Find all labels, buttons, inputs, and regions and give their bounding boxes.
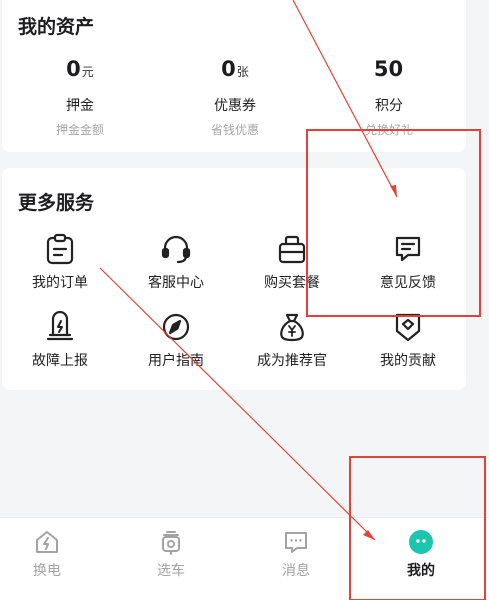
package-icon [275,232,309,266]
asset-value: 50 [373,57,404,81]
asset-label: 押金 [66,98,94,114]
asset-points[interactable]: 50 积分 兑换好礼 [319,56,459,137]
asset-label: 优惠券 [214,98,256,114]
compass-icon [159,310,193,344]
service-user-guide[interactable]: 用户指南 [118,310,234,370]
asset-label: 积分 [375,98,403,114]
tab-select-vehicle[interactable]: 选车 [126,528,216,580]
service-my-orders[interactable]: 我的订单 [2,232,118,292]
fault-report-icon [43,310,77,344]
asset-sub-label: 省钱优惠 [210,123,259,137]
feedback-icon [391,232,425,266]
tab-battery-swap[interactable]: 换电 [2,528,92,580]
bottom-tab-bar: 换电 选车 消息 我的 [0,517,489,600]
tab-label: 换电 [33,563,61,579]
service-feedback[interactable]: 意见反馈 [350,232,466,292]
badge-icon [391,310,425,344]
scooter-icon [157,528,185,556]
service-label: 客服中心 [148,275,204,291]
service-customer-center[interactable]: 客服中心 [118,232,234,292]
tab-label: 选车 [157,563,185,579]
asset-value: 0张 [221,57,249,81]
asset-coupons[interactable]: 0张 优惠券 省钱优惠 [165,56,305,137]
service-buy-package[interactable]: 购买套餐 [234,232,350,292]
service-label: 用户指南 [148,353,204,369]
tab-mine[interactable]: 我的 [376,528,466,580]
services-title: 更多服务 [18,192,95,214]
battery-swap-icon [33,528,61,556]
assets-card: 我的资产 0元 押金 押金金额 0张 优惠券 省钱优惠 50 积分 兑换好礼 [2,0,466,152]
service-become-referrer[interactable]: 成为推荐官 [234,310,350,370]
asset-deposit[interactable]: 0元 押金 押金金额 [10,56,150,137]
headset-icon [159,232,193,266]
service-label: 我的订单 [32,275,88,291]
service-label: 购买套餐 [264,275,320,291]
assets-title: 我的资产 [18,16,95,38]
tab-label: 我的 [407,563,435,579]
asset-sub-label: 押金金额 [55,123,104,137]
service-label: 意见反馈 [380,275,436,291]
clipboard-icon [43,232,77,266]
profile-icon [407,528,435,556]
service-label: 我的贡献 [380,353,436,369]
message-icon [282,528,310,556]
asset-sub-label: 兑换好礼 [364,123,413,137]
tab-label: 消息 [282,563,310,579]
service-fault-report[interactable]: 故障上报 [2,310,118,370]
tab-messages[interactable]: 消息 [251,528,341,580]
service-label: 成为推荐官 [257,353,327,369]
service-label: 故障上报 [32,353,88,369]
service-my-contribution[interactable]: 我的贡献 [350,310,466,370]
money-bag-icon [275,310,309,344]
services-card: 更多服务 我的订单 客服中心 购买套餐 意见反馈 故障上报 用户指南 成为推荐官… [2,168,466,390]
asset-value: 0元 [66,57,94,81]
